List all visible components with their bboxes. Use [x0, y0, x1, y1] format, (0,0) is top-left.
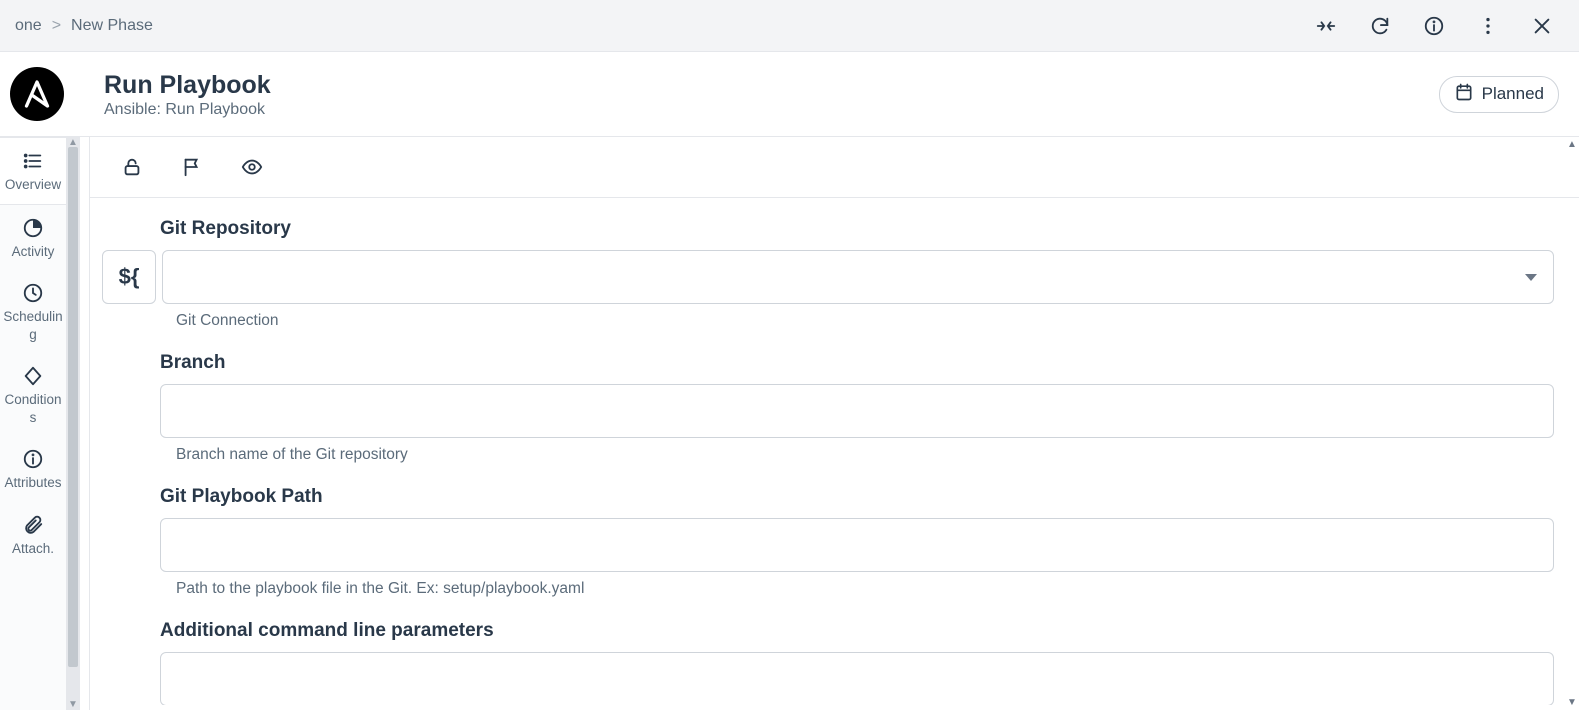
sidebar-item-label: Overview — [5, 176, 61, 194]
scroll-thumb[interactable] — [68, 147, 78, 667]
collapse-icon[interactable] — [1314, 14, 1338, 38]
git-repository-select[interactable] — [162, 250, 1554, 304]
sidebar-item-scheduling[interactable]: Scheduling — [0, 270, 66, 353]
sidebar-item-label: Conditions — [2, 391, 64, 426]
field-label: Branch — [160, 352, 1554, 374]
flag-icon[interactable] — [180, 155, 204, 179]
field-label: Additional command line parameters — [160, 620, 1554, 642]
eye-icon[interactable] — [240, 155, 264, 179]
breadcrumb-separator: > — [52, 17, 61, 35]
sidebar-item-conditions[interactable]: Conditions — [0, 353, 66, 436]
ansible-logo-icon — [10, 67, 64, 121]
breadcrumb: one > New Phase — [15, 17, 153, 35]
field-label: Git Repository — [160, 218, 1554, 240]
variable-button[interactable]: ${ — [102, 250, 156, 304]
sidebar-item-label: Attach. — [12, 540, 54, 558]
status-label: Planned — [1482, 84, 1544, 104]
info-icon[interactable] — [1422, 14, 1446, 38]
field-help: Git Connection — [176, 312, 1554, 330]
content-pane: Git Repository ${ Git Connection Branch … — [90, 137, 1579, 710]
more-icon[interactable] — [1476, 14, 1500, 38]
status-badge[interactable]: Planned — [1439, 76, 1559, 113]
content-scrollbar[interactable]: ▲ ▼ — [1565, 137, 1579, 710]
branch-input[interactable] — [160, 384, 1554, 438]
field-help: Path to the playbook file in the Git. Ex… — [176, 580, 1554, 598]
sidebar-item-activity[interactable]: Activity — [0, 205, 66, 271]
page-title: Run Playbook — [104, 69, 1439, 102]
field-git-repository: Git Repository ${ Git Connection — [102, 218, 1554, 330]
breadcrumb-parent[interactable]: one — [15, 17, 42, 35]
playbook-path-input[interactable] — [160, 518, 1554, 572]
close-icon[interactable] — [1530, 14, 1554, 38]
sidebar-item-label: Activity — [12, 243, 55, 261]
sidebar-item-label: Scheduling — [2, 308, 64, 343]
sidebar: Overview Activity Scheduling Conditions — [0, 137, 66, 710]
sidebar-item-label: Attributes — [4, 474, 61, 492]
sidebar-scrollbar[interactable]: ▲ ▼ — [66, 137, 80, 710]
sidebar-item-attributes[interactable]: Attributes — [0, 436, 66, 502]
sidebar-item-attachments[interactable]: Attach. — [0, 502, 66, 568]
activity-icon — [22, 217, 44, 239]
topbar-actions — [1314, 14, 1554, 38]
field-label: Git Playbook Path — [160, 486, 1554, 508]
field-playbook-path: Git Playbook Path Path to the playbook f… — [102, 486, 1554, 598]
scroll-down-icon: ▼ — [1565, 695, 1579, 710]
field-branch: Branch Branch name of the Git repository — [102, 352, 1554, 464]
chevron-down-icon — [1525, 274, 1537, 281]
top-bar: one > New Phase — [0, 0, 1579, 52]
additional-params-input[interactable] — [160, 652, 1554, 705]
content-toolbar — [90, 137, 1579, 198]
clock-icon — [22, 282, 44, 304]
scroll-up-icon: ▲ — [1565, 137, 1579, 152]
page-header: Run Playbook Ansible: Run Playbook Plann… — [0, 52, 1579, 137]
breadcrumb-current[interactable]: New Phase — [71, 17, 153, 35]
page-subtitle: Ansible: Run Playbook — [104, 101, 1439, 119]
scroll-down-icon: ▼ — [68, 699, 78, 710]
list-icon — [22, 150, 44, 172]
paperclip-icon — [22, 514, 44, 536]
calendar-icon — [1454, 82, 1474, 107]
lock-icon[interactable] — [120, 155, 144, 179]
info-circle-icon — [22, 448, 44, 470]
field-help: Branch name of the Git repository — [176, 446, 1554, 464]
sidebar-item-overview[interactable]: Overview — [0, 137, 66, 205]
diamond-icon — [22, 365, 44, 387]
refresh-icon[interactable] — [1368, 14, 1392, 38]
field-additional-params: Additional command line parameters — [102, 620, 1554, 705]
